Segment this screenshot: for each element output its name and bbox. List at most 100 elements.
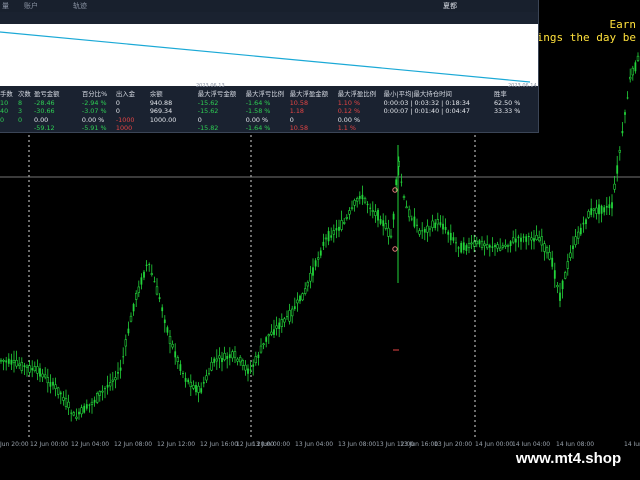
candle-body-bear — [283, 318, 286, 323]
candle-body-bull — [122, 356, 125, 358]
candle-body-bear — [129, 315, 133, 322]
tab-track[interactable]: 轨迹 — [73, 0, 87, 12]
candle-body-bear — [475, 240, 478, 245]
candle-body-bear — [470, 242, 473, 245]
stats-cell: -5.91 % — [81, 124, 107, 132]
report-panel: 量 账户 轨迹 夏都 2023.06.13 2023.06.14 手数 次数 盈亏金… — [0, 0, 539, 133]
candle-body-bull — [39, 368, 41, 377]
candle-body-bear — [275, 325, 278, 329]
candle-body-bull — [358, 196, 361, 199]
candle-body-bear — [636, 55, 640, 61]
tab-account[interactable]: 账户 — [24, 0, 38, 12]
candle-body-bear — [189, 381, 192, 387]
candle-body-bear — [111, 379, 115, 382]
candle-body-bull — [163, 319, 166, 324]
candle-body-bull — [312, 267, 314, 276]
candle-body-bear — [543, 243, 546, 252]
candle-body-bull — [533, 238, 535, 242]
candle-body-bear — [233, 351, 237, 358]
stats-cell: 8 — [17, 98, 23, 107]
candle-body-bull — [434, 222, 437, 229]
candle-body-bull — [83, 405, 86, 413]
candle-body-bull — [585, 219, 587, 225]
candle-body-bull — [462, 242, 465, 250]
candle-body-bull — [106, 384, 109, 388]
stats-cell: 62.50 % — [493, 98, 521, 107]
candle-body-bear — [467, 243, 471, 249]
stats-header-9: 最大浮盈比例 — [337, 90, 377, 98]
candle-body-bear — [75, 416, 78, 419]
candle-body-bull — [572, 245, 574, 250]
candle-body-bull — [520, 237, 522, 242]
candle-body-bull — [488, 245, 491, 248]
candle-body-bull — [457, 247, 460, 249]
candle-body-bear — [496, 244, 499, 249]
candle-body-bull — [603, 207, 606, 213]
candle-body-bull — [314, 260, 317, 267]
stats-cell — [470, 107, 494, 116]
candle-body-bear — [501, 245, 504, 248]
candle-body-bull — [447, 231, 450, 235]
candle-body-bull — [444, 226, 447, 230]
candle-body-bull — [559, 292, 561, 301]
candle-body-bear — [101, 390, 104, 393]
candle-body-bull — [166, 327, 169, 333]
candle-body-bull — [626, 97, 629, 99]
candle-body-bear — [280, 319, 283, 327]
candle-body-bear — [384, 223, 387, 229]
candle-body-bear — [483, 243, 486, 246]
candle-body-bear — [267, 334, 270, 337]
x-axis-label: 12 Jun 00:00 — [30, 441, 69, 448]
candle-body-bull — [273, 329, 275, 335]
x-axis-label: 13 Jun 20:00 — [434, 441, 473, 448]
stats-cell: 10.58 — [289, 124, 309, 132]
stats-header-6: 最大浮亏金额 — [197, 90, 237, 98]
candle-body-bull — [421, 230, 424, 232]
candle-body-bear — [355, 198, 359, 202]
candle-body-bear — [54, 384, 57, 389]
candle-body-bear — [348, 210, 351, 215]
candle-body-bull — [31, 368, 34, 371]
candle-body-bull — [179, 364, 182, 371]
candle-body-bear — [64, 398, 68, 407]
stats-cell: 0.12 % — [337, 107, 361, 115]
stats-cell: 1000.00 — [149, 115, 177, 124]
candle-body-bear — [431, 220, 434, 228]
candle-body-bear — [223, 352, 226, 361]
x-axis-label: 13 Jun 08:00 — [338, 441, 377, 448]
candle-body-bear — [215, 358, 218, 362]
candle-body-bear — [36, 366, 39, 374]
candle-body-bull — [49, 382, 52, 387]
candle-body-bear — [231, 351, 234, 359]
candle-body-bear — [332, 230, 335, 235]
stats-cell — [384, 116, 470, 125]
stats-cell — [384, 124, 470, 132]
candle-body-bull — [491, 246, 494, 248]
stats-header-3: 百分比% — [81, 90, 108, 98]
candle-body-bull — [104, 388, 106, 390]
stats-cell: 940.88 — [149, 98, 173, 107]
candle-body-bull — [153, 281, 156, 283]
candle-body-bull — [416, 224, 418, 226]
stats-cell: 1.10 % — [337, 98, 361, 107]
candle-body-bull — [140, 277, 143, 285]
candle-body-bear — [90, 401, 94, 405]
candle-body-bear — [67, 401, 70, 408]
candle-body-bull — [605, 205, 608, 208]
panel-title: 夏都 — [443, 2, 457, 10]
x-axis-label: 12 Jun 16:00 — [200, 441, 239, 448]
candle-body-bull — [452, 237, 455, 241]
stats-cell: -1.64 % — [245, 124, 271, 132]
candle-body-bull — [525, 236, 528, 242]
stats-header-2: 盈亏金额 — [33, 90, 60, 98]
candle-body-bear — [176, 357, 179, 362]
candle-body-bull — [400, 181, 403, 183]
candle-body-bear — [340, 220, 343, 230]
stats-cell — [18, 124, 34, 132]
candle-body-bear — [12, 359, 16, 364]
stats-header-5: 余额 — [149, 90, 163, 98]
candle-body-bull — [624, 112, 626, 115]
candle-body-bear — [43, 374, 47, 378]
tab-volume[interactable]: 量 — [2, 0, 9, 12]
stats-cell: 10 — [0, 98, 9, 107]
